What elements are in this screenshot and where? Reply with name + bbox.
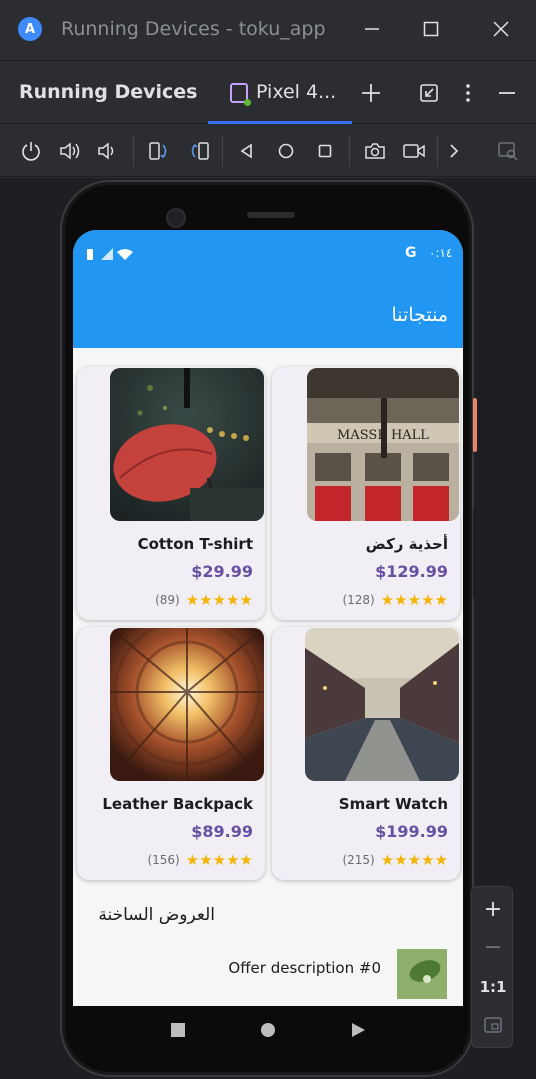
power-side-button[interactable] <box>473 398 477 452</box>
product-image-hall: MASSE HALL <box>307 368 459 521</box>
record-icon[interactable] <box>400 137 428 165</box>
rotate-left-icon[interactable] <box>145 137 173 165</box>
toolbar-divider <box>222 135 223 167</box>
product-name: Smart Watch <box>338 795 448 813</box>
overview-icon[interactable] <box>311 137 339 165</box>
camera-icon[interactable] <box>361 137 389 165</box>
maximize-button[interactable] <box>416 14 446 44</box>
product-rating: (156) ★★★★★ <box>147 851 253 869</box>
rotate-right-icon[interactable] <box>185 137 213 165</box>
product-image-umbrella <box>110 368 264 521</box>
android-studio-logo-icon: A <box>18 17 42 41</box>
earpiece-speaker <box>247 212 295 218</box>
star-rating-icon: ★★★★★ <box>380 591 448 609</box>
rating-count: (156) <box>147 853 180 867</box>
toolbar-divider <box>437 135 438 167</box>
product-card[interactable]: MASSE HALL أحذية ركض $129.99 (128) ★★★★★ <box>272 367 460 620</box>
close-window-button[interactable] <box>486 14 516 44</box>
status-icons <box>87 248 133 260</box>
window-title: Running Devices - toku_app <box>61 18 326 40</box>
device-screen[interactable]: G ٠:١٤ منتجاتنا Cotton T-shirt $29.99 (8… <box>73 230 463 1006</box>
zoom-out-button[interactable]: − <box>472 929 514 965</box>
android-nav-bar <box>73 1006 463 1054</box>
offer-description: Offer description #0 <box>228 959 381 977</box>
rating-count: (89) <box>155 593 180 607</box>
product-card[interactable]: Leather Backpack $89.99 (156) ★★★★★ <box>77 627 265 880</box>
star-rating-icon: ★★★★★ <box>185 851 253 869</box>
product-price: $199.99 <box>375 822 448 841</box>
product-name: Cotton T-shirt <box>137 535 253 553</box>
panel-title: Running Devices <box>19 81 198 103</box>
home-icon[interactable] <box>260 1022 276 1038</box>
toolbar-divider <box>349 135 350 167</box>
back-icon[interactable] <box>350 1022 366 1038</box>
tab-label: Pixel 4... <box>256 81 337 103</box>
volume-down-icon[interactable] <box>93 137 121 165</box>
restore-layout-button[interactable] <box>415 79 443 107</box>
tab-pixel-4[interactable]: Pixel 4... <box>208 61 352 124</box>
product-rating: (128) ★★★★★ <box>342 591 448 609</box>
product-rating: (215) ★★★★★ <box>342 851 448 869</box>
zoom-in-button[interactable]: + <box>472 891 514 927</box>
status-time: ٠:١٤ <box>429 246 453 260</box>
product-price: $29.99 <box>191 562 253 581</box>
device-tab-icon <box>230 83 251 106</box>
back-icon[interactable] <box>233 137 261 165</box>
product-rating: (89) ★★★★★ <box>155 591 253 609</box>
more-options-icon[interactable] <box>454 79 482 107</box>
product-card[interactable]: Smart Watch $199.99 (215) ★★★★★ <box>272 627 460 880</box>
rating-count: (215) <box>342 853 375 867</box>
offer-thumbnail <box>397 949 447 999</box>
star-rating-icon: ★★★★★ <box>380 851 448 869</box>
product-image-courtyard <box>110 628 264 781</box>
hot-offers-title: العروض الساخنة <box>98 905 215 925</box>
product-image-canal <box>305 628 459 781</box>
volume-up-icon[interactable] <box>56 137 84 165</box>
minimize-button[interactable] <box>357 14 387 44</box>
window-title-bar: A Running Devices - toku_app <box>0 0 536 60</box>
app-bar: منتجاتنا <box>73 278 463 348</box>
add-device-button[interactable] <box>357 79 385 107</box>
front-camera <box>166 208 186 228</box>
actual-size-button[interactable]: 1:1 <box>472 969 514 1005</box>
list-item[interactable]: Offer description #0 <box>73 942 463 1006</box>
running-devices-panel-header: Running Devices Pixel 4... <box>0 60 536 124</box>
power-icon[interactable] <box>17 137 45 165</box>
product-card[interactable]: Cotton T-shirt $29.99 (89) ★★★★★ <box>77 367 265 620</box>
toolbar-divider <box>133 135 134 167</box>
home-icon[interactable] <box>272 137 300 165</box>
product-name: Leather Backpack <box>102 795 253 813</box>
volume-side-button[interactable] <box>473 508 477 598</box>
zoom-controls: + − 1:1 <box>471 886 513 1048</box>
more-chevron-icon[interactable] <box>440 137 468 165</box>
status-bar: G ٠:١٤ <box>73 230 463 278</box>
product-price: $89.99 <box>191 822 253 841</box>
product-name: أحذية ركض <box>365 535 448 553</box>
app-bar-title: منتجاتنا <box>391 304 448 326</box>
device-toolbar <box>0 125 536 177</box>
overview-icon[interactable] <box>170 1022 186 1038</box>
google-icon: G <box>405 245 417 261</box>
star-rating-icon: ★★★★★ <box>185 591 253 609</box>
rating-count: (128) <box>342 593 375 607</box>
device-mirror-icon[interactable] <box>494 137 522 165</box>
hide-panel-button[interactable] <box>493 79 521 107</box>
product-price: $129.99 <box>375 562 448 581</box>
fit-screen-icon[interactable] <box>472 1007 514 1043</box>
